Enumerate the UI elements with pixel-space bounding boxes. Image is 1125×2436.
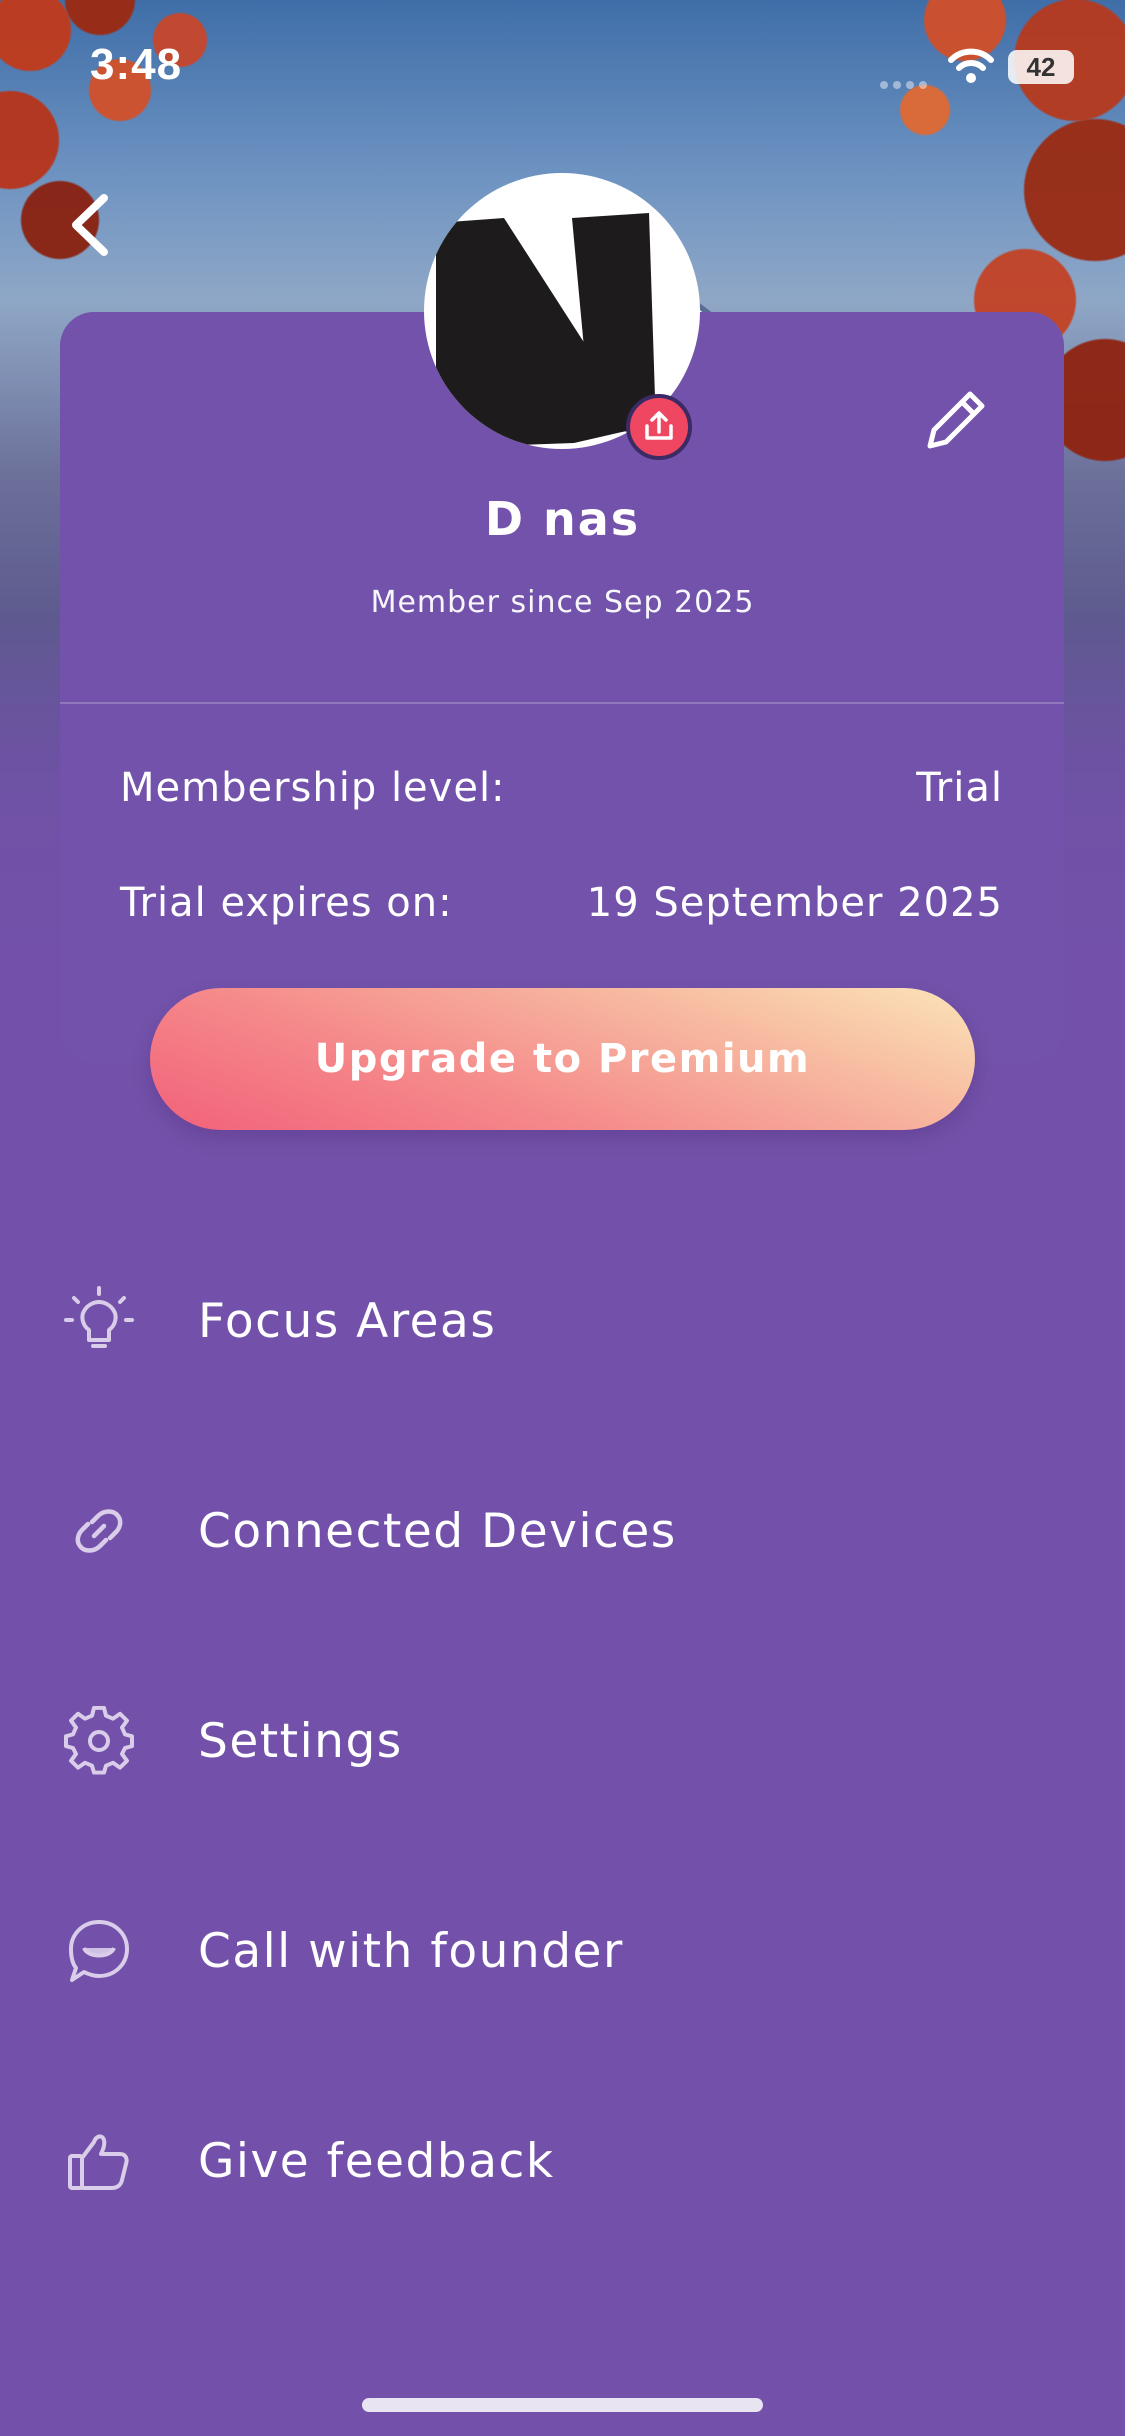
menu-item-give-feedback[interactable]: Give feedback xyxy=(0,2078,1125,2238)
status-time: 3:48 xyxy=(90,40,183,89)
menu-label-connected-devices: Connected Devices xyxy=(198,1504,677,1559)
menu-label-give-feedback: Give feedback xyxy=(198,2134,555,2189)
battery-icon: 42 xyxy=(1008,50,1074,84)
edit-pencil-icon[interactable] xyxy=(922,384,992,454)
gear-icon xyxy=(64,1706,134,1775)
upgrade-premium-button[interactable]: Upgrade to Premium xyxy=(150,988,975,1130)
membership-level-value: Trial xyxy=(916,765,1003,811)
trial-expires-value: 19 September 2025 xyxy=(586,880,1003,926)
back-chevron-icon[interactable] xyxy=(62,190,122,260)
menu-item-focus-areas[interactable]: Focus Areas xyxy=(0,1238,1125,1398)
status-bar: 3:48 42 xyxy=(0,0,1125,140)
membership-level-label: Membership level: xyxy=(120,765,506,811)
wifi-icon xyxy=(948,48,994,83)
menu-label-focus-areas: Focus Areas xyxy=(198,1294,497,1349)
chat-bubble-icon xyxy=(69,1920,129,1982)
menu-item-connected-devices[interactable]: Connected Devices xyxy=(0,1448,1125,1608)
user-name: D nas xyxy=(484,492,641,546)
cellular-signal-icon xyxy=(880,74,936,89)
member-since-text: Member since Sep 2025 xyxy=(370,585,755,620)
upload-photo-button[interactable] xyxy=(626,394,692,460)
card-divider xyxy=(60,702,1064,704)
thumbs-up-icon xyxy=(68,2134,129,2190)
link-icon xyxy=(75,1509,123,1553)
menu-label-settings: Settings xyxy=(198,1714,403,1769)
trial-expires-label: Trial expires on: xyxy=(120,880,453,926)
menu-label-call-with-founder: Call with founder xyxy=(198,1924,624,1979)
home-indicator[interactable] xyxy=(362,2398,763,2412)
lightbulb-icon xyxy=(64,1286,134,1348)
upload-icon xyxy=(645,411,673,440)
menu-item-settings[interactable]: Settings xyxy=(0,1658,1125,1818)
menu-item-call-with-founder[interactable]: Call with founder xyxy=(0,1868,1125,2028)
